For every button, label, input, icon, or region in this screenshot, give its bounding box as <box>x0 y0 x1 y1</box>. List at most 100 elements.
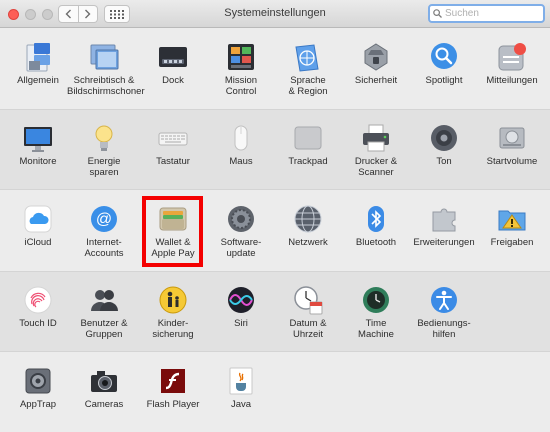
language-region-icon <box>292 41 324 73</box>
pane-label: Benutzer & Gruppen <box>80 318 128 340</box>
pane-label: Tastatur <box>156 156 190 167</box>
pane-label: Energie sparen <box>87 156 121 178</box>
bluetooth-icon <box>360 203 392 235</box>
mouse-icon <box>225 122 257 154</box>
pane-label: Monitore <box>19 156 57 167</box>
trackpad-icon <box>292 122 324 154</box>
pane-label: Mission Control <box>224 75 258 97</box>
pane-label: Drucker & Scanner <box>354 156 398 178</box>
pane-label: Startvolume <box>486 156 538 167</box>
pane-label: Mitteilungen <box>486 75 538 86</box>
pane-label: Freigaben <box>490 237 534 248</box>
pane-network[interactable]: Netzwerk <box>275 195 341 265</box>
pane-general[interactable]: Allgemein <box>5 33 71 103</box>
pane-icloud[interactable]: iCloud <box>5 195 71 265</box>
pane-energy-saver[interactable]: Energie sparen <box>71 114 137 184</box>
pane-label: Bluetooth <box>355 237 397 248</box>
extensions-icon <box>428 203 460 235</box>
search-input[interactable] <box>445 6 541 21</box>
pane-label: Wallet & Apple Pay <box>151 237 195 259</box>
pane-label: Siri <box>234 318 248 329</box>
pane-bluetooth[interactable]: Bluetooth <box>343 195 409 265</box>
parental-controls-icon <box>157 284 189 316</box>
pane-accessibility[interactable]: Bedienungs- hilfen <box>411 276 477 346</box>
pane-cameras[interactable]: Cameras <box>71 357 137 427</box>
dock-icon <box>157 41 189 73</box>
search-icon <box>433 9 442 18</box>
search-field[interactable] <box>428 4 545 23</box>
pane-apptrap[interactable]: AppTrap <box>5 357 71 427</box>
cameras-icon <box>88 365 120 397</box>
pane-flash-player[interactable]: Flash Player <box>140 357 206 427</box>
pane-spotlight[interactable]: Spotlight <box>411 33 477 103</box>
pane-wallet-apple-pay[interactable]: Wallet & Apple Pay <box>140 195 206 265</box>
pane-notifications[interactable]: Mitteilungen <box>479 33 545 103</box>
pane-time-machine[interactable]: Time Machine <box>343 276 409 346</box>
pane-label: Schreibtisch & Bildschirmschoner <box>67 75 145 97</box>
pane-label: Netzwerk <box>288 237 328 248</box>
pane-label: Internet- Accounts <box>84 237 124 259</box>
time-machine-icon <box>360 284 392 316</box>
svg-text:@: @ <box>96 211 112 228</box>
pane-label: Allgemein <box>17 75 59 86</box>
pane-java[interactable]: Java <box>208 357 274 427</box>
pane-printers-scanners[interactable]: Drucker & Scanner <box>343 114 409 184</box>
startup-disk-icon <box>496 122 528 154</box>
pane-security[interactable]: Sicherheit <box>343 33 409 103</box>
pane-label: Trackpad <box>288 156 328 167</box>
title-bar: Systemeinstellungen <box>0 0 550 28</box>
pane-displays[interactable]: Monitore <box>5 114 71 184</box>
pane-dock[interactable]: Dock <box>140 33 206 103</box>
pane-label: Erweiterungen <box>413 237 475 248</box>
pane-date-time[interactable]: Datum & Uhrzeit <box>275 276 341 346</box>
pane-label: Maus <box>229 156 253 167</box>
pane-label: Ton <box>436 156 452 167</box>
date-time-icon <box>292 284 324 316</box>
internet-accounts-icon: @ <box>88 203 120 235</box>
desktop-screensaver-icon <box>88 41 120 73</box>
spotlight-icon <box>428 41 460 73</box>
pane-label: Time Machine <box>358 318 394 340</box>
pane-keyboard[interactable]: Tastatur <box>140 114 206 184</box>
pane-label: Java <box>230 399 252 410</box>
pane-sound[interactable]: Ton <box>411 114 477 184</box>
pane-label: Software- update <box>220 237 262 259</box>
pane-label: Bedienungs- hilfen <box>417 318 471 340</box>
network-icon <box>292 203 324 235</box>
siri-icon <box>225 284 257 316</box>
pane-label: Datum & Uhrzeit <box>289 318 327 340</box>
pane-touch-id[interactable]: Touch ID <box>5 276 71 346</box>
pane-label: AppTrap <box>19 399 57 410</box>
pane-label: Dock <box>162 75 184 86</box>
pane-startup-disk[interactable]: Startvolume <box>479 114 545 184</box>
wallet-apple-pay-icon <box>157 203 189 235</box>
pane-label: Touch ID <box>19 318 57 329</box>
pane-label: Sicherheit <box>354 75 398 86</box>
pane-mouse[interactable]: Maus <box>208 114 274 184</box>
pane-label: Flash Player <box>146 399 200 410</box>
pane-internet-accounts[interactable]: @ Internet- Accounts <box>71 195 137 265</box>
pane-extensions[interactable]: Erweiterungen <box>411 195 477 265</box>
pane-desktop-screensaver[interactable]: Schreibtisch & Bildschirmschoner <box>67 33 145 103</box>
pane-parental-controls[interactable]: Kinder- sicherung <box>140 276 206 346</box>
energy-saver-icon <box>88 122 120 154</box>
pane-label: Sprache & Region <box>288 75 328 97</box>
pane-trackpad[interactable]: Trackpad <box>275 114 341 184</box>
pane-language-region[interactable]: Sprache & Region <box>275 33 341 103</box>
sharing-icon <box>496 203 528 235</box>
pane-label: Cameras <box>84 399 124 410</box>
displays-icon <box>22 122 54 154</box>
java-icon <box>225 365 257 397</box>
users-groups-icon <box>88 284 120 316</box>
pane-mission-control[interactable]: Mission Control <box>208 33 274 103</box>
pane-label: Spotlight <box>425 75 463 86</box>
pane-sharing[interactable]: Freigaben <box>479 195 545 265</box>
pane-label: Kinder- sicherung <box>152 318 194 340</box>
keyboard-icon <box>157 122 189 154</box>
pane-siri[interactable]: Siri <box>208 276 274 346</box>
pane-users-groups[interactable]: Benutzer & Gruppen <box>71 276 137 346</box>
printers-scanners-icon <box>360 122 392 154</box>
flash-player-icon <box>157 365 189 397</box>
pane-software-update[interactable]: Software- update <box>208 195 274 265</box>
notifications-icon <box>496 41 528 73</box>
